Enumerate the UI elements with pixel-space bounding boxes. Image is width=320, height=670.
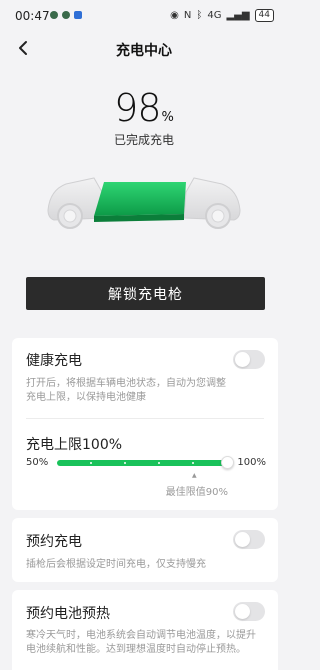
status-time: 00:47 — [15, 9, 50, 23]
battery-pack — [94, 182, 186, 222]
optimal-limit-label: 最佳限值90% — [165, 487, 228, 498]
optimal-limit-marker-icon: ▲ — [192, 472, 197, 479]
status-bar: 00:47 ◉ N ᛒ 4G ▂▄▆ 44 — [0, 0, 288, 30]
scheduled-charging-description: 插枪后会根据设定时间充电，仅支持慢充 — [26, 559, 206, 570]
scheduled-charging-toggle[interactable] — [233, 530, 265, 549]
healthy-charging-description: 打开后，将根据车辆电池状态，自动为您调整充电上限，以保持电池健康 — [26, 378, 226, 403]
slider-tick — [192, 462, 194, 464]
header: 充电中心 — [0, 32, 288, 66]
app-notification-icon — [50, 11, 58, 19]
charge-limit-min-label: 50% — [26, 457, 49, 468]
battery-preheat-toggle[interactable] — [233, 602, 265, 621]
unlock-charger-button[interactable]: 解锁充电枪 — [26, 277, 265, 310]
app-notification-icon — [62, 11, 70, 19]
scheduled-charging-title: 预约充电 — [26, 534, 82, 550]
slider-tick — [158, 462, 160, 464]
signal-icon: ▂▄▆ — [226, 10, 250, 21]
charge-percent-value: 98 — [114, 86, 161, 130]
toggle-knob — [235, 604, 250, 619]
healthy-charging-title: 健康充电 — [26, 353, 82, 369]
charge-limit-title: 充电上限100% — [26, 437, 123, 453]
charge-limit-max-label: 100% — [237, 457, 266, 468]
nfc-icon: N — [183, 10, 192, 21]
charge-limit-slider[interactable] — [57, 460, 229, 466]
network-label: 4G — [207, 10, 222, 21]
app-notification-icon — [74, 11, 82, 19]
eye-icon: ◉ — [170, 10, 179, 21]
charge-percent: 98% — [0, 86, 288, 130]
battery-preheat-description: 寒冷天气时，电池系统会自动调节电池温度，以提升电池续航和性能。达到理想温度时自动… — [26, 630, 256, 655]
charge-percent-sign: % — [161, 110, 174, 125]
toggle-knob — [235, 532, 250, 547]
charge-limit-slider-thumb[interactable] — [221, 456, 234, 469]
scheduled-charging-card: 预约充电 插枪后会根据设定时间充电，仅支持慢充 — [12, 518, 278, 582]
divider — [26, 418, 264, 419]
page-title: 充电中心 — [116, 43, 172, 59]
slider-tick — [124, 462, 126, 464]
healthy-charging-card: 健康充电 打开后，将根据车辆电池状态，自动为您调整充电上限，以保持电池健康 充电… — [12, 338, 278, 510]
notification-icons — [50, 11, 82, 19]
car-right-silhouette — [183, 177, 241, 229]
battery-preheat-card: 预约电池预热 寒冷天气时，电池系统会自动调节电池温度，以提升电池续航和性能。达到… — [12, 590, 278, 670]
battery-icon: 44 — [254, 9, 274, 22]
bluetooth-icon: ᛒ — [196, 10, 203, 21]
charge-status: 已完成充电 — [113, 133, 174, 147]
toggle-knob — [235, 352, 250, 367]
slider-tick — [90, 462, 92, 464]
status-indicators: ◉ N ᛒ 4G ▂▄▆ 44 — [170, 9, 274, 22]
car-battery-illustration — [47, 177, 241, 229]
healthy-charging-toggle[interactable] — [233, 350, 265, 369]
battery-preheat-title: 预约电池预热 — [26, 606, 110, 622]
